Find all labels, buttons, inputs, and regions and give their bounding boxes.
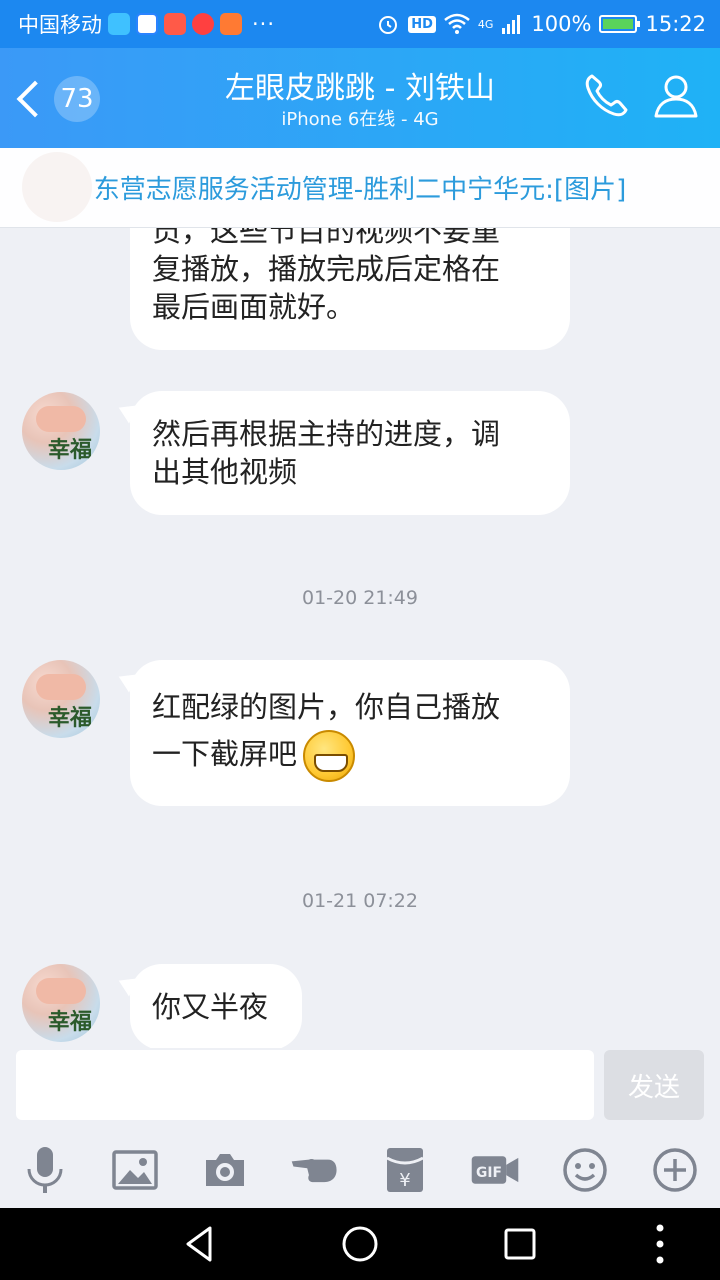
emoji-icon[interactable]: [560, 1145, 610, 1195]
notification-app-icon: [192, 13, 214, 35]
avatar-image-detail: [36, 978, 86, 1004]
sender-avatar[interactable]: 幸福: [22, 964, 100, 1042]
battery-percent: 100%: [531, 12, 592, 36]
message-input[interactable]: [16, 1050, 594, 1120]
plus-icon[interactable]: [650, 1145, 700, 1195]
message-line: 一下截屏吧: [152, 737, 298, 771]
svg-text:GIF: GIF: [476, 1165, 502, 1181]
carrier-label: 中国移动: [18, 13, 102, 37]
nav-menu-icon[interactable]: [638, 1222, 682, 1266]
poke-icon[interactable]: [290, 1145, 340, 1195]
clock: 15:22: [645, 12, 706, 36]
status-bar: 中国移动 ··· HD 4G 100% 15:22: [0, 0, 720, 48]
more-notifications-icon: ···: [252, 12, 276, 36]
message-line: 然后再根据主持的进度，调: [152, 417, 501, 451]
avatar-logo-text: 幸福: [48, 1010, 93, 1035]
chat-title: 左眼皮跳跳 - 刘铁山: [225, 71, 495, 106]
nav-home-icon[interactable]: [338, 1222, 382, 1266]
system-navigation-bar: [0, 1208, 720, 1280]
send-button[interactable]: 发送: [604, 1050, 704, 1120]
avatar-image-detail: [36, 406, 86, 432]
alarm-icon: [379, 16, 398, 34]
message-timestamp: 01-20 21:49: [301, 587, 418, 609]
message-line: 出其他视频: [152, 455, 298, 489]
message-line: 红配绿的图片，你自己播放: [152, 690, 501, 724]
signal-icon: [502, 15, 521, 34]
unread-count-badge: 73: [54, 76, 100, 122]
group-notice-banner[interactable]: 东营志愿服务活动管理-胜利二中宁华元:[图片]: [0, 148, 720, 228]
notification-app-icon: [136, 13, 158, 35]
wifi-icon: [444, 13, 470, 34]
avatar-logo-text: 幸福: [48, 438, 93, 463]
notice-text: 东营志愿服务活动管理-胜利二中宁华元:[图片]: [93, 175, 627, 205]
message-bubble[interactable]: 然后再根据主持的进度，调 出其他视频: [130, 391, 570, 515]
nav-recents-icon[interactable]: [498, 1222, 542, 1266]
nav-back-icon[interactable]: [178, 1222, 222, 1266]
gif-icon[interactable]: GIF: [470, 1145, 520, 1195]
hd-badge: HD: [408, 15, 436, 33]
message-line: 最后画面就好。: [152, 290, 356, 324]
input-area: 发送 ¥ GIF: [0, 1048, 720, 1208]
notice-avatar: [22, 152, 92, 222]
avatar-logo-text: 幸福: [48, 706, 93, 731]
notification-app-icon: [164, 13, 186, 35]
sender-avatar[interactable]: 幸福: [22, 392, 100, 470]
message-timestamp: 01-21 07:22: [301, 890, 418, 912]
message-line: 复播放，播放完成后定格在: [152, 252, 501, 286]
message-line: 员，这些节目的视频不要重: [152, 228, 501, 248]
avatar-image-detail: [36, 674, 86, 700]
network-type: 4G: [477, 17, 494, 31]
message-list[interactable]: 员，这些节目的视频不要重 复播放，播放完成后定格在 最后画面就好。 幸福 然后再…: [0, 228, 720, 1048]
notification-app-icon: [220, 13, 242, 35]
chat-header: 73 左眼皮跳跳 - 刘铁山 iPhone 6在线 - 4G: [0, 48, 720, 148]
sender-avatar[interactable]: 幸福: [22, 660, 100, 738]
back-button[interactable]: 73: [12, 74, 102, 124]
message-bubble[interactable]: 红配绿的图片，你自己播放 一下截屏吧: [130, 660, 570, 806]
message-line: 你又半夜: [152, 990, 269, 1024]
profile-icon[interactable]: [650, 70, 702, 122]
online-status: iPhone 6在线 - 4G: [281, 109, 439, 130]
image-icon[interactable]: [110, 1145, 160, 1195]
back-arrow-icon: [16, 80, 54, 118]
message-bubble[interactable]: 你又半夜: [130, 964, 302, 1048]
svg-text:¥: ¥: [399, 1170, 410, 1191]
microphone-icon[interactable]: [20, 1145, 70, 1195]
grin-emoji-icon: [303, 730, 356, 782]
battery-icon: [599, 15, 641, 33]
notification-app-icon: [108, 13, 130, 35]
phone-call-icon[interactable]: [580, 70, 632, 122]
input-toolbar: ¥ GIF: [0, 1140, 720, 1200]
red-packet-icon[interactable]: ¥: [380, 1145, 430, 1195]
message-bubble[interactable]: 员，这些节目的视频不要重 复播放，播放完成后定格在 最后画面就好。: [130, 228, 570, 350]
camera-icon[interactable]: [200, 1145, 250, 1195]
